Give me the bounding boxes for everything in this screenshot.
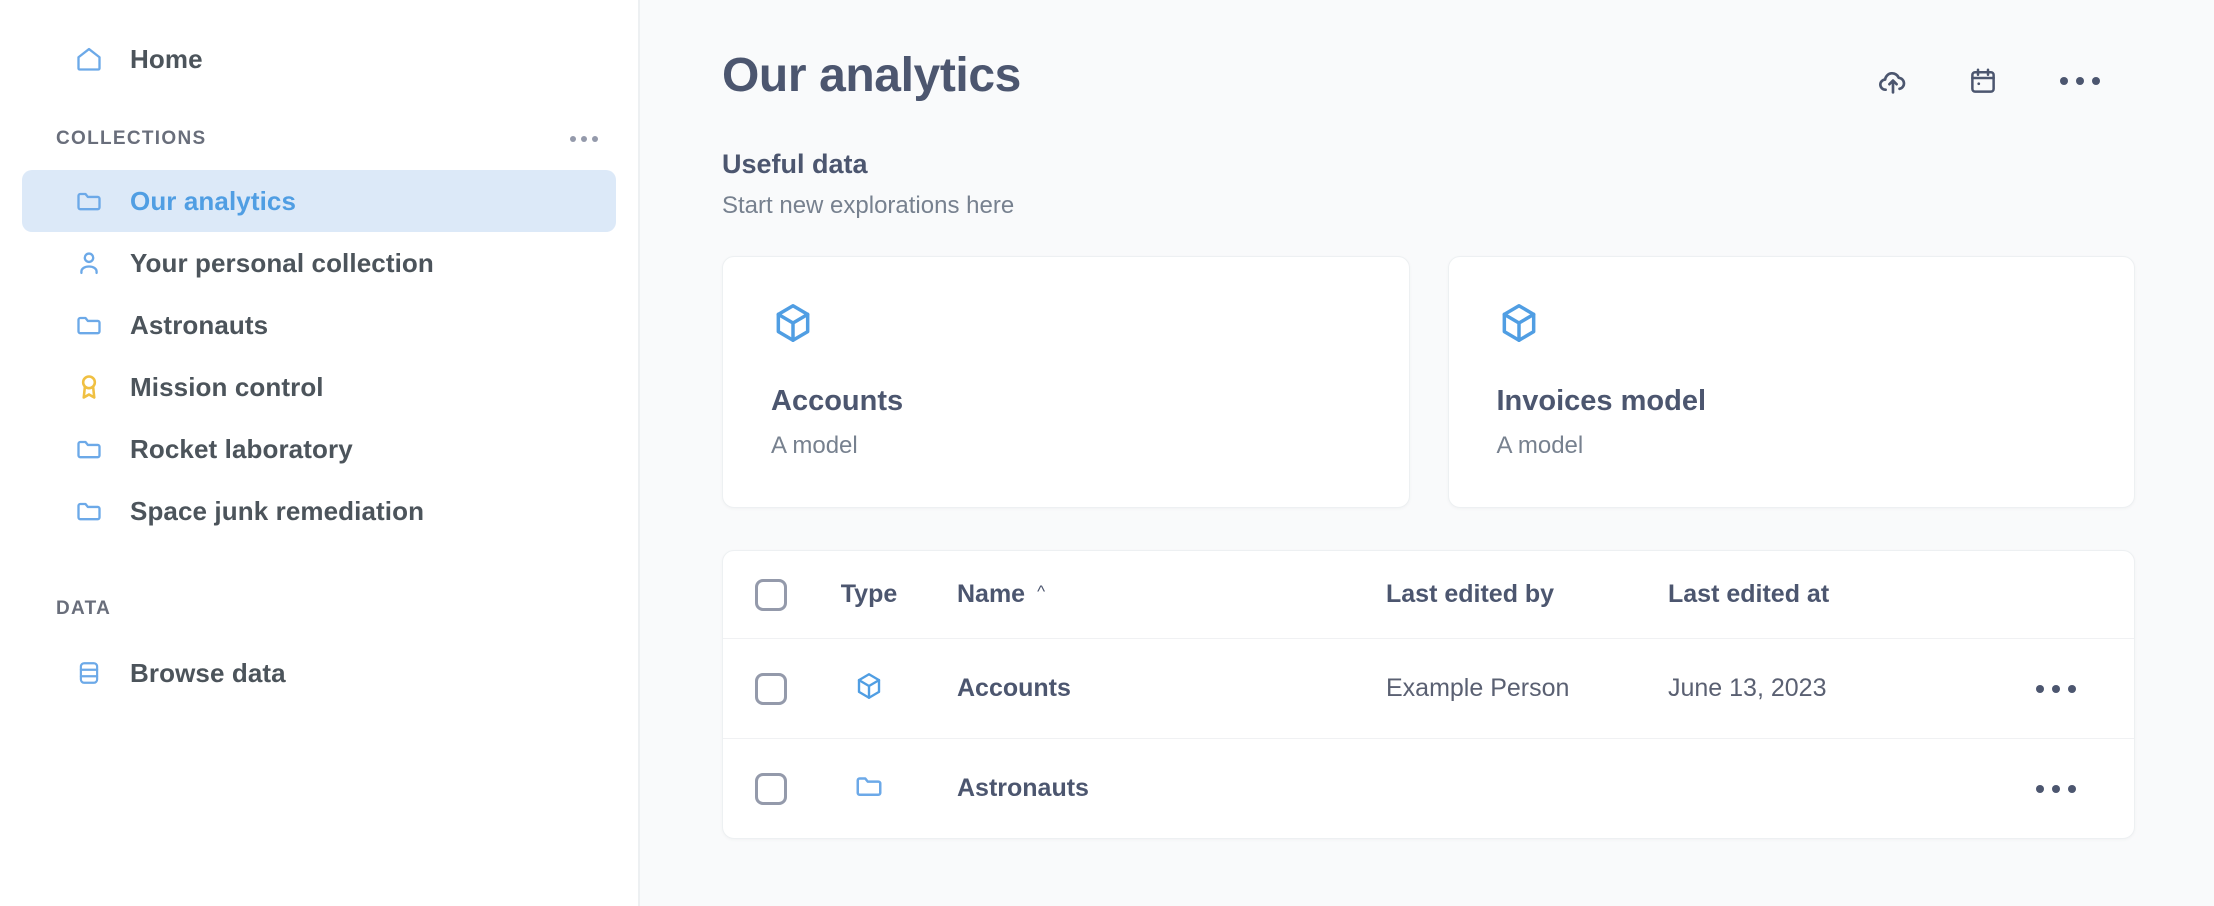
- header-actions: [1876, 48, 2104, 98]
- app-root: Home COLLECTIONS Our analytics: [0, 0, 2214, 906]
- row-type-cell: [819, 771, 919, 806]
- row-checkbox[interactable]: [755, 773, 787, 805]
- folder-icon: [74, 496, 104, 526]
- folder-icon: [854, 771, 884, 806]
- model-cube-icon: [771, 301, 1409, 347]
- useful-data-cards: Accounts A model Invoices model A model: [640, 220, 2214, 508]
- row-ellipsis-icon[interactable]: [2030, 775, 2082, 803]
- sidebar-item-mission-control[interactable]: Mission control: [22, 356, 616, 418]
- sidebar-item-label: Your personal collection: [130, 248, 434, 279]
- collections-section-title: COLLECTIONS: [56, 128, 206, 150]
- person-icon: [74, 248, 104, 278]
- row-name-cell[interactable]: Accounts: [919, 674, 1386, 703]
- collection-menu-ellipsis-icon[interactable]: [2056, 69, 2104, 93]
- select-all-cell: [723, 579, 819, 611]
- table-row[interactable]: Accounts Example Person June 13, 2023: [723, 638, 2134, 738]
- calendar-icon[interactable]: [1966, 64, 2000, 98]
- folder-icon: [74, 186, 104, 216]
- row-last-edited-by-cell: Example Person: [1386, 674, 1668, 703]
- column-header-last-edited-at[interactable]: Last edited at: [1668, 580, 1978, 609]
- sidebar-item-rocket-laboratory[interactable]: Rocket laboratory: [22, 418, 616, 480]
- table-row[interactable]: Astronauts: [723, 738, 2134, 838]
- folder-icon: [74, 310, 104, 340]
- home-icon: [74, 44, 104, 74]
- database-icon: [74, 658, 104, 688]
- model-card-subtitle: A model: [771, 432, 1409, 460]
- sidebar-item-browse-data[interactable]: Browse data: [22, 642, 616, 704]
- sidebar-item-label: Our analytics: [130, 186, 296, 217]
- collections-list: Our analytics Your personal collection: [0, 170, 638, 542]
- sidebar-item-label: Astronauts: [130, 310, 268, 341]
- data-section-title: DATA: [56, 598, 111, 620]
- model-cube-icon: [1497, 301, 2135, 347]
- sidebar-item-label: Browse data: [130, 658, 286, 689]
- column-header-last-edited-by[interactable]: Last edited by: [1386, 580, 1668, 609]
- sidebar-item-label: Rocket laboratory: [130, 434, 353, 465]
- model-card-invoices-model[interactable]: Invoices model A model: [1448, 256, 2136, 508]
- sort-ascending-icon: ^: [1037, 582, 1045, 602]
- sidebar-item-label: Space junk remediation: [130, 496, 424, 527]
- cloud-upload-icon[interactable]: [1876, 64, 1910, 98]
- sidebar-item-home[interactable]: Home: [22, 28, 616, 90]
- collections-section-header: COLLECTIONS: [0, 116, 638, 162]
- official-badge-icon: [74, 372, 104, 402]
- model-cube-icon: [854, 671, 884, 706]
- sidebar-item-space-junk-remediation[interactable]: Space junk remediation: [22, 480, 616, 542]
- sidebar-item-our-analytics[interactable]: Our analytics: [22, 170, 616, 232]
- select-all-checkbox[interactable]: [755, 579, 787, 611]
- useful-data-heading: Useful data: [640, 103, 2214, 180]
- data-section-header: DATA: [0, 586, 638, 632]
- row-actions-cell: [1978, 775, 2134, 803]
- sidebar-item-your-personal-collection[interactable]: Your personal collection: [22, 232, 616, 294]
- data-list: Browse data: [0, 642, 638, 704]
- row-ellipsis-icon[interactable]: [2030, 675, 2082, 703]
- column-header-name[interactable]: Name ^: [919, 580, 1386, 609]
- sidebar: Home COLLECTIONS Our analytics: [0, 0, 640, 906]
- column-header-type[interactable]: Type: [819, 580, 919, 609]
- useful-data-subheading: Start new explorations here: [640, 180, 2214, 220]
- folder-icon: [74, 434, 104, 464]
- sidebar-item-label: Mission control: [130, 372, 324, 403]
- row-actions-cell: [1978, 675, 2134, 703]
- row-last-edited-at-cell: June 13, 2023: [1668, 674, 1978, 703]
- sidebar-item-astronauts[interactable]: Astronauts: [22, 294, 616, 356]
- model-card-accounts[interactable]: Accounts A model: [722, 256, 1410, 508]
- row-type-cell: [819, 671, 919, 706]
- model-card-subtitle: A model: [1497, 432, 2135, 460]
- row-select-cell: [723, 773, 819, 805]
- collections-ellipsis-icon[interactable]: [564, 130, 604, 148]
- table-header-row: Type Name ^ Last edited by Last edited a…: [723, 551, 2134, 638]
- items-table: Type Name ^ Last edited by Last edited a…: [722, 550, 2135, 839]
- model-card-title: Invoices model: [1497, 385, 2135, 418]
- main-content: Our analytics Useful: [640, 0, 2214, 906]
- row-name-cell[interactable]: Astronauts: [919, 774, 1386, 803]
- page-header: Our analytics: [640, 0, 2214, 103]
- model-card-title: Accounts: [771, 385, 1409, 418]
- row-checkbox[interactable]: [755, 673, 787, 705]
- row-select-cell: [723, 673, 819, 705]
- sidebar-item-label: Home: [130, 44, 203, 75]
- page-title: Our analytics: [722, 48, 1021, 103]
